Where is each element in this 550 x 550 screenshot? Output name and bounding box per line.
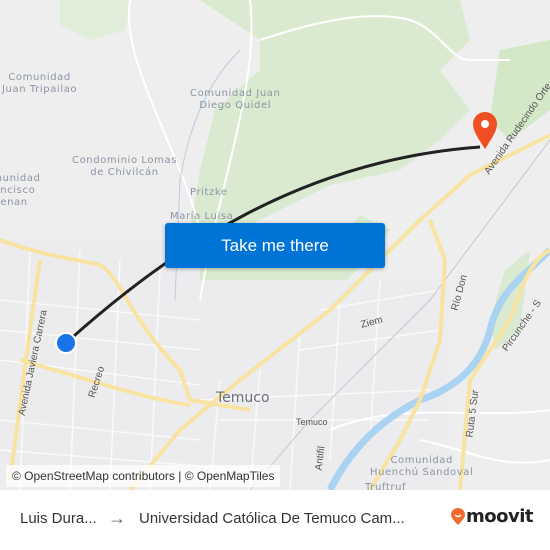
moovit-logo[interactable]: moovit: [450, 506, 534, 527]
origin-stop-name: Luis Dura...: [20, 510, 97, 527]
map-view[interactable]: Comunidad Juan Tripailao Comunidad Juan …: [0, 0, 550, 490]
destination-marker[interactable]: [473, 112, 497, 149]
origin-marker[interactable]: [55, 332, 77, 354]
arrow-right-icon: →: [108, 508, 126, 528]
destination-name: Universidad Católica De Temuco Cam...: [139, 510, 405, 527]
map-attribution[interactable]: © OpenStreetMap contributors | © OpenMap…: [6, 465, 281, 487]
moovit-pin-icon: [451, 507, 465, 525]
moovit-wordmark: moovit: [466, 506, 534, 527]
take-me-there-button[interactable]: Take me there: [165, 223, 385, 268]
footer-bar: Luis Dura... → Universidad Católica De T…: [0, 490, 550, 550]
